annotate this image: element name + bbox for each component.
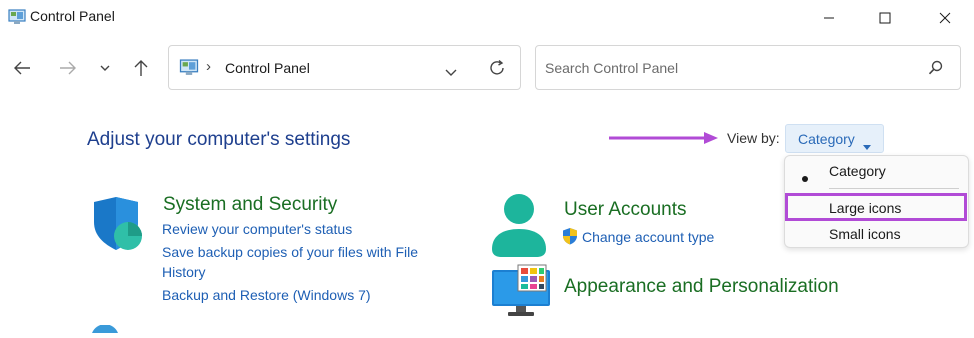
maximize-button[interactable] xyxy=(862,0,908,36)
view-by-dropdown[interactable]: Category xyxy=(785,124,884,153)
search-icon[interactable] xyxy=(928,60,944,81)
refresh-icon xyxy=(490,59,504,75)
window-title: Control Panel xyxy=(30,8,115,24)
user-icon[interactable] xyxy=(490,193,548,262)
link-save-backup-copies-cont[interactable]: History xyxy=(162,261,206,283)
forward-button[interactable] xyxy=(55,55,81,81)
link-save-backup-copies[interactable]: Save backup copies of your files with Fi… xyxy=(162,241,418,263)
link-backup-restore[interactable]: Backup and Restore (Windows 7) xyxy=(162,284,371,306)
monitor-icon[interactable] xyxy=(490,264,552,323)
page-title: Adjust your computer's settings xyxy=(87,129,351,150)
chevron-down-icon xyxy=(445,69,457,76)
maximize-icon xyxy=(879,12,891,24)
category-title-user-accounts[interactable]: User Accounts xyxy=(564,199,687,221)
minimize-button[interactable] xyxy=(806,0,852,36)
breadcrumb-location[interactable]: Control Panel xyxy=(225,60,310,76)
selected-bullet-icon xyxy=(802,169,808,187)
uac-shield-icon xyxy=(561,227,579,250)
category-title-system-security[interactable]: System and Security xyxy=(163,194,337,216)
annotation-arrow-icon xyxy=(608,130,720,151)
shield-icon[interactable] xyxy=(90,196,148,257)
search-box[interactable] xyxy=(535,45,961,90)
minimize-icon xyxy=(824,17,834,19)
view-by-menu: Category Large icons Small icons xyxy=(784,155,969,248)
control-panel-icon xyxy=(179,59,199,81)
link-review-computer-status[interactable]: Review your computer's status xyxy=(162,218,352,240)
menu-item-small-icons[interactable]: Small icons xyxy=(829,226,901,242)
control-panel-icon xyxy=(8,9,26,30)
menu-divider xyxy=(829,188,959,189)
address-dropdown-button[interactable] xyxy=(444,64,458,82)
close-button[interactable] xyxy=(922,0,968,36)
back-button[interactable] xyxy=(9,55,35,81)
recent-locations-button[interactable] xyxy=(92,55,118,81)
caret-down-icon xyxy=(863,137,871,155)
breadcrumb-separator: › xyxy=(206,58,211,75)
arrow-up-icon xyxy=(134,60,148,76)
close-icon xyxy=(939,12,951,24)
arrow-right-icon xyxy=(60,61,76,75)
link-change-account-type[interactable]: Change account type xyxy=(582,226,714,248)
chevron-down-icon xyxy=(100,65,110,71)
view-by-label: View by: xyxy=(727,130,780,146)
category-title-appearance[interactable]: Appearance and Personalization xyxy=(564,276,839,298)
address-bar[interactable]: › Control Panel xyxy=(168,45,521,90)
network-icon xyxy=(90,320,120,338)
menu-item-large-icons[interactable]: Large icons xyxy=(829,200,901,216)
search-input[interactable] xyxy=(545,58,905,78)
menu-item-category[interactable]: Category xyxy=(829,163,886,179)
arrow-left-icon xyxy=(14,61,30,75)
refresh-button[interactable] xyxy=(488,59,506,82)
view-by-selected-value: Category xyxy=(798,131,855,147)
up-button[interactable] xyxy=(128,55,154,81)
